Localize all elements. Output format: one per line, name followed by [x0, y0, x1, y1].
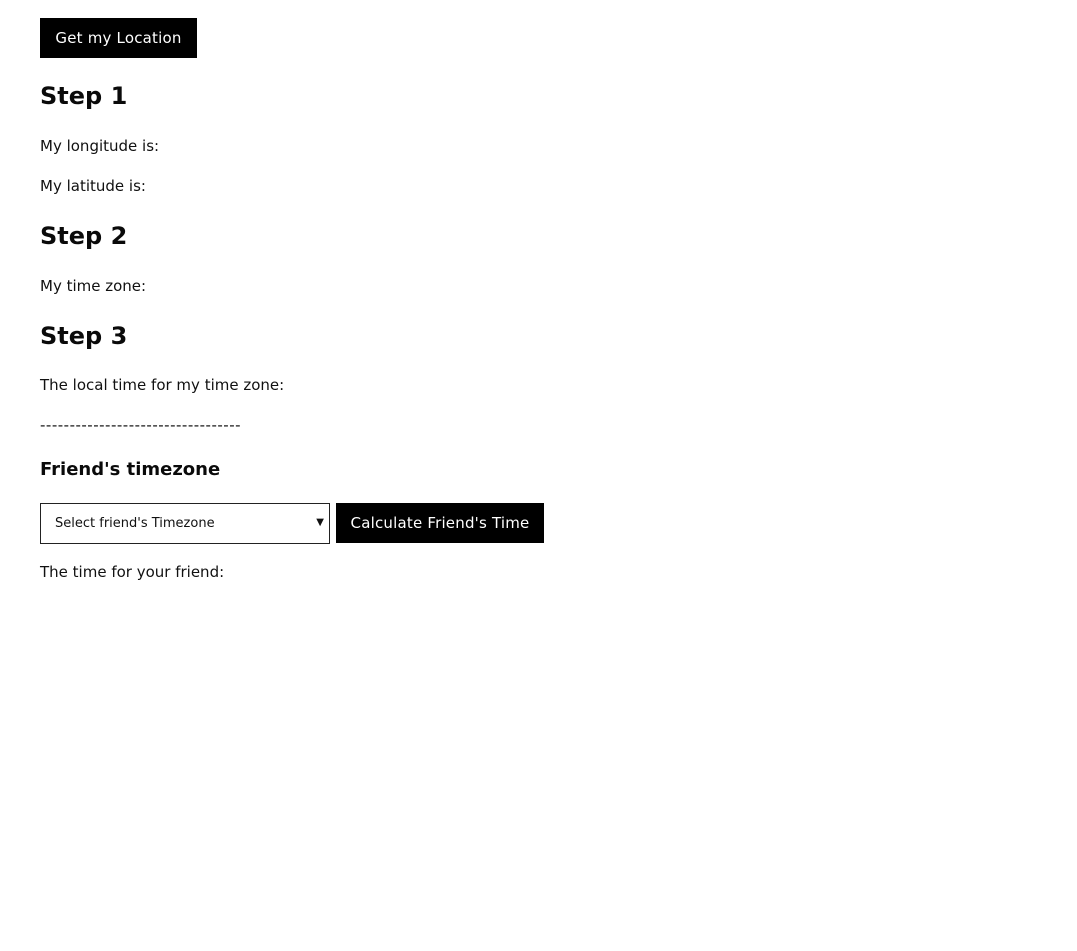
latitude-line: My latitude is:	[40, 176, 150, 196]
longitude-label: My longitude is:	[40, 137, 160, 155]
latitude-label: My latitude is:	[40, 177, 146, 195]
friend-timezone-heading: Friend's timezone	[40, 459, 221, 480]
step2-heading: Step 2	[40, 222, 128, 250]
divider-line: ----------------------------------	[40, 416, 242, 434]
get-location-button[interactable]: Get my Location	[40, 18, 197, 58]
calculate-friend-time-button[interactable]: Calculate Friend's Time	[336, 503, 544, 543]
dropdown-arrow-icon: ▼	[316, 517, 324, 528]
longitude-line: My longitude is:	[40, 136, 163, 156]
step1-heading: Step 1	[40, 82, 128, 110]
friend-time-line: The time for your friend:	[40, 562, 228, 582]
timezone-line: My time zone:	[40, 276, 150, 296]
local-time-label: The local time for my time zone:	[40, 376, 285, 394]
step3-heading: Step 3	[40, 322, 128, 350]
friend-time-label: The time for your friend:	[40, 563, 225, 581]
local-time-line: The local time for my time zone:	[40, 375, 288, 395]
friend-timezone-select-value: Select friend's Timezone	[55, 516, 215, 531]
timezone-label: My time zone:	[40, 277, 147, 295]
friend-timezone-select[interactable]: Select friend's Timezone ▼	[40, 503, 330, 544]
